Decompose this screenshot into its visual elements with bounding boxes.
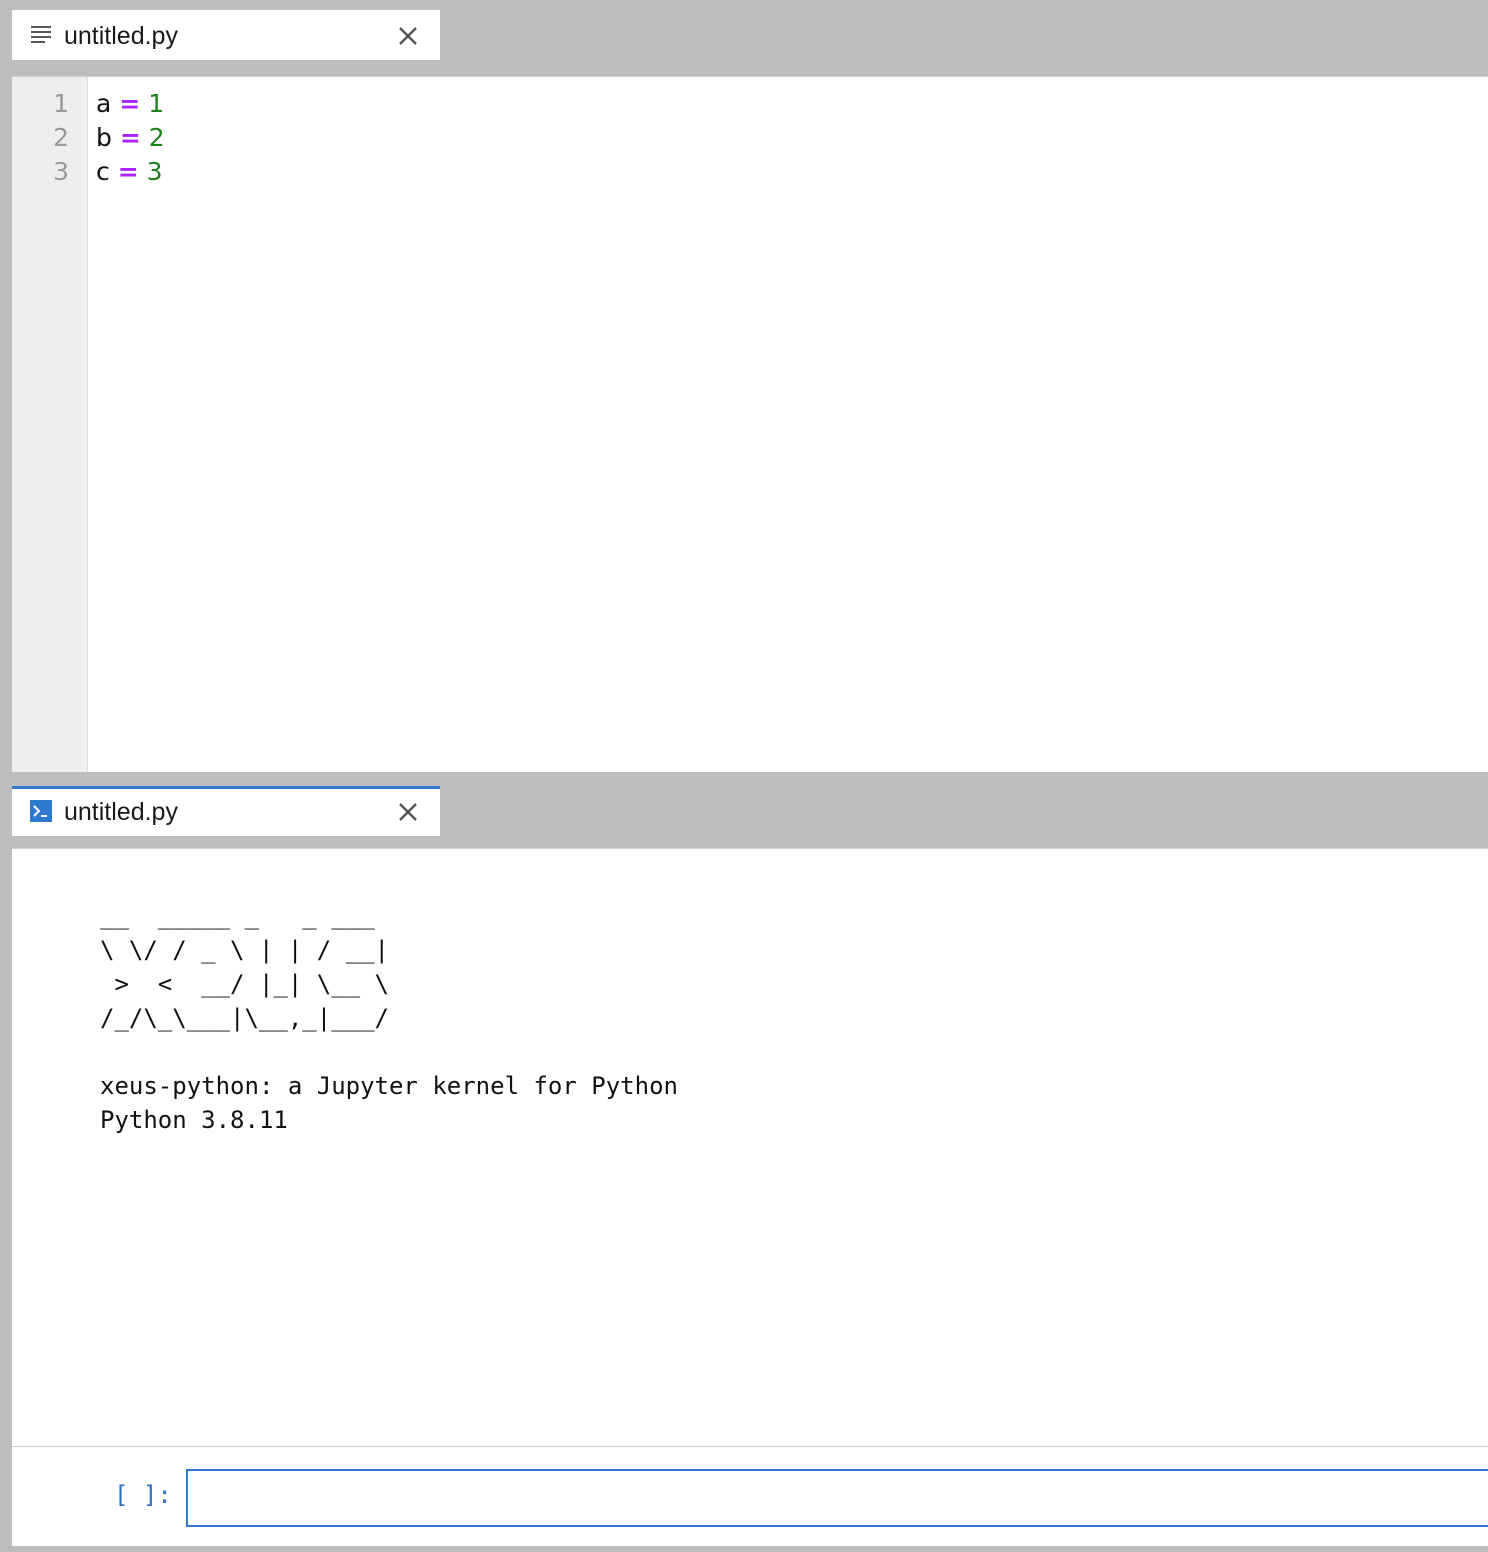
variable-name: b <box>96 123 112 152</box>
code-line[interactable]: b = 2 <box>96 121 165 155</box>
kernel-banner: __ _____ _ _ ___ \ \/ / _ \ | | / __| > … <box>100 899 678 1137</box>
python-version-line: Python 3.8.11 <box>100 1106 288 1134</box>
text-file-icon <box>30 24 52 46</box>
number-literal: 2 <box>148 123 165 152</box>
line-gutter: 1 2 3 <box>12 77 88 772</box>
close-icon[interactable] <box>396 800 420 824</box>
line-number: 1 <box>53 89 69 118</box>
variable-name: a <box>96 89 112 118</box>
code-editor[interactable]: 1 2 3 a = 1 b = 2 c = 3 <box>12 76 1488 772</box>
console-output: __ _____ _ _ ___ \ \/ / _ \ | | / __| > … <box>12 848 1488 1448</box>
assign-operator: = <box>119 89 141 118</box>
console-prompt-area: [ ]: <box>12 1446 1488 1546</box>
editor-tab[interactable]: untitled.py <box>12 10 440 60</box>
kernel-info-line: xeus-python: a Jupyter kernel for Python <box>100 1072 678 1100</box>
variable-name: c <box>96 157 110 186</box>
console-tab[interactable]: untitled.py <box>12 786 440 836</box>
input-prompt: [ ]: <box>114 1481 172 1509</box>
close-icon[interactable] <box>396 24 420 48</box>
xeus-ascii-logo: __ _____ _ _ ___ \ \/ / _ \ | | / __| > … <box>100 902 389 1032</box>
code-line[interactable]: a = 1 <box>96 87 164 121</box>
line-number: 3 <box>53 157 69 186</box>
number-literal: 3 <box>146 157 163 186</box>
number-literal: 1 <box>148 89 165 118</box>
assign-operator: = <box>119 123 141 152</box>
console-icon <box>30 800 52 822</box>
editor-tab-bar: untitled.py <box>12 10 1488 76</box>
editor-tab-label: untitled.py <box>64 22 178 50</box>
code-line[interactable]: c = 3 <box>96 155 163 189</box>
line-number: 2 <box>53 123 69 152</box>
assign-operator: = <box>117 157 139 186</box>
console-input[interactable] <box>186 1469 1488 1527</box>
console-tab-bar: untitled.py <box>12 786 1488 836</box>
console-tab-label: untitled.py <box>64 798 178 826</box>
